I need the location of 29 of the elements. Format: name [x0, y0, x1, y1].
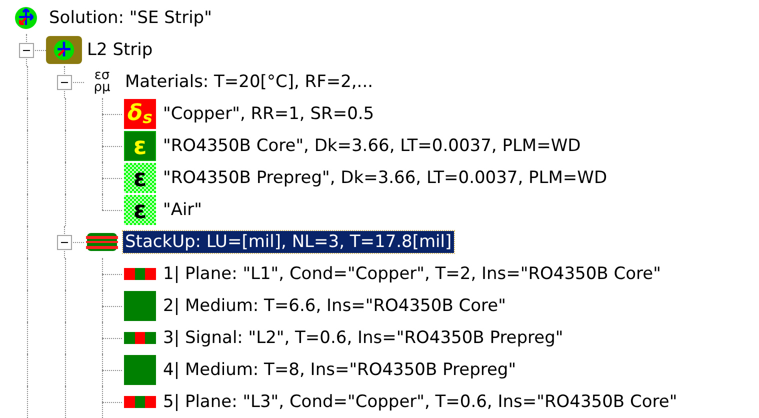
tree-item-label[interactable]: 3| Signal: "L2", T=0.6, Ins="RO4350B Prepreg"	[161, 327, 566, 349]
collapse-toggle[interactable]	[19, 43, 34, 58]
folder-icon	[46, 36, 82, 64]
dielectric-icon: ε	[124, 131, 156, 161]
collapse-toggle[interactable]	[57, 75, 72, 90]
tree-item-label[interactable]: 2| Medium: T=6.6, Ins="RO4350B Core"	[161, 295, 508, 317]
tree-item-label[interactable]: "RO4350B Prepreg", Dk=3.66, LT=0.0037, PLM=WD	[161, 167, 610, 189]
tree-item-label[interactable]: "RO4350B Core", Dk=3.66, LT=0.0037, PLM=WD	[161, 135, 583, 157]
tree-item-label[interactable]: L2 Strip	[85, 39, 155, 61]
globe-icon	[14, 6, 38, 30]
layer-icon	[124, 332, 156, 344]
tree-item-label[interactable]: 5| Plane: "L3", Cond="Copper", T=0.6, Ins="RO4350B Core"	[161, 391, 680, 413]
tree-item-label[interactable]: 4| Medium: T=8, Ins="RO4350B Prepreg"	[161, 359, 518, 381]
stackup-icon	[86, 232, 118, 252]
tree-item-label[interactable]: "Air"	[161, 199, 204, 221]
tree-item-label[interactable]: 1| Plane: "L1", Cond="Copper", T=2, Ins="RO4350B Core"	[161, 263, 663, 285]
medium-layer-icon	[124, 355, 156, 385]
collapse-toggle[interactable]	[57, 235, 72, 250]
conductor-icon: δ$_{s}$	[124, 99, 156, 129]
tree-item-label[interactable]: Materials: T=20[°C], RF=2,...	[123, 71, 376, 93]
dielectric-icon: ε	[124, 163, 156, 193]
dielectric-icon: ε	[124, 195, 156, 225]
tree-item-label[interactable]: StackUp: LU=[mil], NL=3, T=17.8[mil]	[123, 231, 454, 253]
medium-layer-icon	[124, 291, 156, 321]
layer-icon	[124, 396, 156, 408]
tree-item-label[interactable]: Solution: "SE Strip"	[47, 7, 214, 29]
materials-symbol: εσ ρμ	[92, 70, 112, 94]
layer-icon	[124, 268, 156, 280]
tree-item-label[interactable]: "Copper", RR=1, SR=0.5	[161, 103, 376, 125]
